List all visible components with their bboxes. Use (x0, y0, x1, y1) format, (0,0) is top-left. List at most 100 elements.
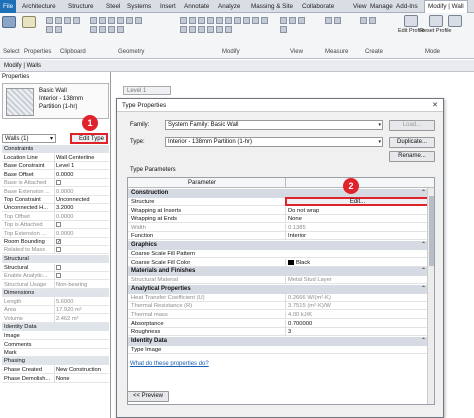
modify-icons[interactable] (180, 17, 270, 33)
property-value[interactable]: None (54, 374, 109, 383)
property-row[interactable]: Top Extension ... 0.0000 (2, 229, 109, 238)
table-section-identity[interactable]: Identity Data ⌃ (128, 336, 434, 346)
tab-annotate[interactable]: Annotate (184, 1, 209, 12)
mode-button[interactable] (448, 15, 462, 28)
geometry-icons[interactable] (90, 17, 150, 33)
property-checkbox[interactable] (56, 222, 61, 228)
property-value[interactable]: 2.462 m³ (54, 314, 109, 323)
tab-modify-wall[interactable]: Modify | Wall (424, 0, 468, 13)
property-row[interactable]: Phase Created New Construction (2, 366, 109, 375)
tab-view[interactable]: View (353, 1, 367, 12)
section-constraints[interactable]: Constraints (2, 145, 109, 153)
parameter-value[interactable]: 0.2666 W/(m²·K) (285, 293, 428, 302)
section-dimensions[interactable]: Dimensions (2, 289, 109, 297)
property-row[interactable]: Area 17.920 m² (2, 306, 109, 315)
property-value[interactable]: 17.920 m² (54, 306, 109, 315)
table-row[interactable]: Wrapping at Inserts Do not wrap (128, 206, 434, 215)
property-value[interactable] (54, 221, 109, 230)
property-row[interactable]: Volume 2.462 m³ (2, 314, 109, 323)
parameter-value[interactable]: Black (285, 258, 428, 267)
property-value[interactable]: Unconnected (54, 196, 109, 204)
property-value[interactable] (54, 179, 109, 188)
property-row[interactable]: Phase Demolish... None (2, 374, 109, 383)
edit-type-button[interactable]: Edit Type (70, 133, 108, 144)
property-row[interactable]: Base Extension ... 0.0000 (2, 187, 109, 196)
property-row[interactable]: Top is Attached (2, 221, 109, 230)
tab-collaborate[interactable]: Collaborate (302, 1, 334, 12)
clipboard-icons[interactable] (46, 17, 80, 33)
preview-button[interactable]: << Preview (127, 391, 169, 402)
section-phasing[interactable]: Phasing (2, 357, 109, 366)
property-row[interactable]: Location Line Wall Centerline (2, 154, 109, 162)
property-checkbox[interactable] (56, 247, 61, 253)
tab-architecture[interactable]: Architecture (22, 1, 56, 12)
collapse-icon[interactable]: ⌃ (421, 241, 426, 250)
tab-massing-site[interactable]: Massing & Site (251, 1, 293, 12)
create-icons[interactable] (360, 17, 380, 24)
table-row[interactable]: Thermal mass 4.00 kJ/K (128, 311, 434, 319)
table-row[interactable]: Coarse Scale Fill Pattern (128, 250, 434, 258)
table-row[interactable]: Function Interior (128, 232, 434, 241)
tab-add-ins[interactable]: Add-Ins (396, 1, 418, 12)
property-value[interactable]: Wall Centerline (54, 154, 109, 162)
select-group-label[interactable]: Select (3, 49, 20, 55)
parameter-value[interactable]: 0.700000 (285, 319, 428, 328)
parameter-value[interactable]: 3 (285, 328, 428, 337)
structure-edit-button[interactable]: Edit... (285, 197, 430, 206)
table-row[interactable]: Heat Transfer Coefficient (U) 0.2666 W/(m… (128, 293, 434, 302)
type-dropdown[interactable]: Interior - 138mm Partition (1-hr) ▾ (165, 137, 383, 147)
property-row[interactable]: Image (2, 332, 109, 341)
parameter-value[interactable]: Interior (285, 232, 428, 241)
table-row[interactable]: Structural Material Metal Stud Layer (128, 276, 434, 285)
tab-analyze[interactable]: Analyze (218, 1, 240, 12)
duplicate-button[interactable]: Duplicate... (389, 137, 435, 148)
section-identity[interactable]: Identity Data (2, 323, 109, 332)
property-row[interactable]: Room Bounding ✓ (2, 238, 109, 246)
property-value[interactable] (54, 246, 109, 255)
property-row[interactable]: Mark (2, 349, 109, 357)
property-row[interactable]: Enable Analytic... (2, 272, 109, 281)
property-value[interactable] (54, 272, 109, 281)
property-value[interactable]: 5.6000 (54, 298, 109, 306)
property-row[interactable]: Length 5.6000 (2, 298, 109, 306)
property-value[interactable]: 0.0000 (54, 229, 109, 238)
property-value[interactable]: Level 1 (54, 162, 109, 171)
table-section-analytical[interactable]: Analytical Properties ⌃ (128, 284, 434, 294)
property-row[interactable]: Related to Mass (2, 246, 109, 255)
instance-filter-dropdown[interactable]: Walls (1) ▾ (2, 134, 56, 143)
table-row[interactable]: Wrapping at Ends None (128, 215, 434, 224)
property-value[interactable]: 0.0000 (54, 187, 109, 196)
view-tab-level-1[interactable]: Level 1 (123, 86, 171, 95)
property-row[interactable]: Base Offset 0.0000 (2, 170, 109, 179)
property-row[interactable]: Structural (2, 263, 109, 272)
table-scrollbar[interactable] (427, 188, 434, 404)
tab-manage[interactable]: Manage (370, 1, 393, 12)
parameter-value[interactable]: 3.7515 (m²·K)/W (285, 302, 428, 311)
property-row[interactable]: Top Constraint Unconnected (2, 196, 109, 204)
reset-profile-button[interactable]: Reset Profile (420, 15, 452, 34)
property-row[interactable]: Top Offset 0.0000 (2, 212, 109, 221)
property-row[interactable]: Comments (2, 341, 109, 349)
property-checkbox[interactable] (56, 264, 61, 270)
tab-file[interactable]: File (0, 0, 17, 13)
property-value[interactable]: New Construction (54, 366, 109, 375)
property-row[interactable]: Unconnected H... 3.2000 (2, 204, 109, 213)
parameter-value[interactable]: Do not wrap (285, 206, 428, 215)
view-icons[interactable] (280, 17, 310, 33)
tab-steel[interactable]: Steel (106, 1, 120, 12)
close-icon[interactable]: ✕ (430, 101, 440, 110)
property-value[interactable]: 0.0000 (54, 212, 109, 221)
property-value[interactable] (54, 263, 109, 272)
modify-tool-button[interactable] (2, 16, 16, 29)
table-section-materials[interactable]: Materials and Finishes ⌃ (128, 267, 434, 277)
rename-button[interactable]: Rename... (389, 151, 435, 162)
property-value[interactable]: ✓ (54, 238, 109, 246)
help-link[interactable]: What do these properties do? (130, 361, 209, 367)
table-row[interactable]: Width 0.1385 (128, 223, 434, 232)
property-row[interactable]: Base Constraint Level 1 (2, 162, 109, 171)
property-checkbox[interactable] (56, 180, 61, 186)
section-structural[interactable]: Structural (2, 254, 109, 263)
property-value[interactable]: Non-bearing (54, 280, 109, 289)
table-row[interactable]: Coarse Scale Fill Color Black (128, 258, 434, 267)
table-row[interactable]: Type Image (128, 346, 434, 354)
